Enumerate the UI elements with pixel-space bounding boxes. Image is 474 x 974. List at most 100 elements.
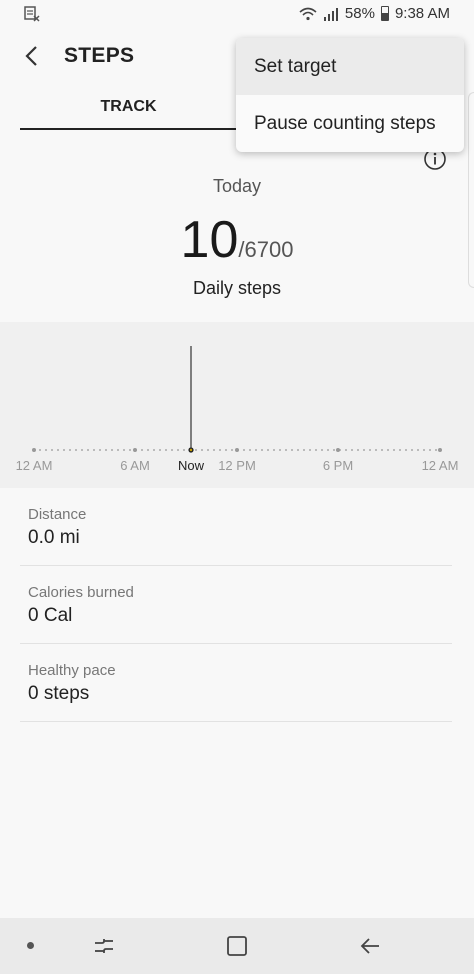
x-tick-label: 6 PM bbox=[323, 458, 353, 473]
baseline-dot bbox=[375, 449, 377, 451]
baseline-dot bbox=[93, 449, 95, 451]
baseline-dot bbox=[363, 449, 365, 451]
baseline-dot bbox=[357, 449, 359, 451]
baseline-dot bbox=[387, 449, 389, 451]
steps-target: /6700 bbox=[238, 237, 294, 262]
x-tick-label: 12 AM bbox=[422, 458, 459, 473]
tab-track-label: TRACK bbox=[100, 98, 157, 115]
menu-item-set-target[interactable]: Set target bbox=[236, 38, 464, 95]
baseline-dot bbox=[267, 449, 269, 451]
stat-calories: Calories burned 0 Cal bbox=[20, 566, 452, 644]
baseline-dot bbox=[123, 449, 125, 451]
back-arrow-icon[interactable] bbox=[20, 44, 44, 68]
baseline-dot bbox=[417, 449, 419, 451]
baseline-dot bbox=[225, 449, 227, 451]
stat-value: 0.0 mi bbox=[28, 527, 80, 548]
notification-icon bbox=[24, 6, 40, 22]
stat-healthy-pace: Healthy pace 0 steps bbox=[20, 644, 452, 722]
tick-dot bbox=[336, 448, 340, 452]
stat-label: Calories burned bbox=[28, 584, 134, 601]
baseline-dot bbox=[249, 449, 251, 451]
battery-icon bbox=[380, 6, 389, 21]
steps-value: 10 bbox=[180, 211, 239, 269]
baseline-dot bbox=[429, 449, 431, 451]
tick-dot bbox=[235, 448, 239, 452]
tick-dot bbox=[438, 448, 442, 452]
stat-value: 0 Cal bbox=[28, 605, 73, 626]
baseline-dot bbox=[273, 449, 275, 451]
steps-chart: 12 AM 6 AM Now 12 PM 6 PM 12 AM bbox=[0, 322, 474, 488]
stat-label: Healthy pace bbox=[28, 662, 116, 679]
x-tick-label: Now bbox=[178, 458, 205, 473]
period-label: Today bbox=[212, 176, 262, 196]
nav-back-icon[interactable] bbox=[358, 934, 382, 958]
baseline-dot bbox=[213, 449, 215, 451]
baseline-dot bbox=[261, 449, 263, 451]
baseline-dot bbox=[219, 449, 221, 451]
baseline-dot bbox=[279, 449, 281, 451]
baseline-dot bbox=[57, 449, 59, 451]
nav-hide-dot[interactable] bbox=[27, 942, 34, 949]
baseline-dot bbox=[39, 449, 41, 451]
baseline-dot bbox=[87, 449, 89, 451]
baseline-dot bbox=[381, 449, 383, 451]
baseline-dot bbox=[303, 449, 305, 451]
baseline-dot bbox=[45, 449, 47, 451]
baseline-dot bbox=[99, 449, 101, 451]
baseline-dot bbox=[369, 449, 371, 451]
baseline-dot bbox=[105, 449, 107, 451]
baseline-dot bbox=[393, 449, 395, 451]
baseline-dot bbox=[147, 449, 149, 451]
baseline-dot bbox=[111, 449, 113, 451]
baseline-dot bbox=[321, 449, 323, 451]
baseline-dot bbox=[309, 449, 311, 451]
x-tick-label: 12 AM bbox=[16, 458, 53, 473]
clock: 9:38 AM bbox=[394, 5, 450, 22]
baseline-dot bbox=[297, 449, 299, 451]
baseline-dot bbox=[141, 449, 143, 451]
tick-dot bbox=[133, 448, 137, 452]
recent-apps-icon[interactable] bbox=[92, 934, 116, 958]
baseline-dot bbox=[345, 449, 347, 451]
baseline-dot bbox=[291, 449, 293, 451]
step-count: 10/6700 bbox=[0, 210, 474, 270]
baseline-dot bbox=[231, 449, 233, 451]
baseline-dot bbox=[63, 449, 65, 451]
baseline-dot bbox=[165, 449, 167, 451]
wifi-icon bbox=[299, 7, 317, 20]
home-icon[interactable] bbox=[226, 935, 248, 957]
baseline-dot bbox=[171, 449, 173, 451]
baseline-dot bbox=[405, 449, 407, 451]
baseline-dot bbox=[327, 449, 329, 451]
baseline-dot bbox=[159, 449, 161, 451]
baseline-dot bbox=[129, 449, 131, 451]
stat-value: 0 steps bbox=[28, 683, 90, 704]
baseline-dot bbox=[69, 449, 71, 451]
baseline-dot bbox=[81, 449, 83, 451]
battery-percent: 58% bbox=[344, 5, 375, 22]
stat-distance: Distance 0.0 mi bbox=[20, 488, 452, 566]
x-tick-label: 12 PM bbox=[218, 458, 256, 473]
baseline-dot bbox=[177, 449, 179, 451]
stats-list: Distance 0.0 mi Calories burned 0 Cal He… bbox=[20, 488, 452, 722]
overflow-menu: Set target Pause counting steps bbox=[236, 38, 464, 152]
baseline-dot bbox=[243, 449, 245, 451]
baseline-dot bbox=[255, 449, 257, 451]
baseline-dot bbox=[201, 449, 203, 451]
daily-steps-label: Daily steps bbox=[192, 278, 282, 298]
baseline-dot bbox=[207, 449, 209, 451]
baseline-dot bbox=[153, 449, 155, 451]
baseline-dot bbox=[315, 449, 317, 451]
menu-item-pause-counting[interactable]: Pause counting steps bbox=[236, 95, 464, 152]
baseline-dot bbox=[195, 449, 197, 451]
baseline-dot bbox=[117, 449, 119, 451]
tab-track[interactable]: TRACK bbox=[20, 88, 237, 128]
now-highlight bbox=[189, 448, 193, 452]
page-title: STEPS bbox=[64, 44, 135, 67]
baseline-dot bbox=[423, 449, 425, 451]
baseline-dot bbox=[75, 449, 77, 451]
baseline-dot bbox=[183, 449, 185, 451]
baseline-dot bbox=[411, 449, 413, 451]
baseline-dot bbox=[333, 449, 335, 451]
x-tick-label: 6 AM bbox=[120, 458, 150, 473]
